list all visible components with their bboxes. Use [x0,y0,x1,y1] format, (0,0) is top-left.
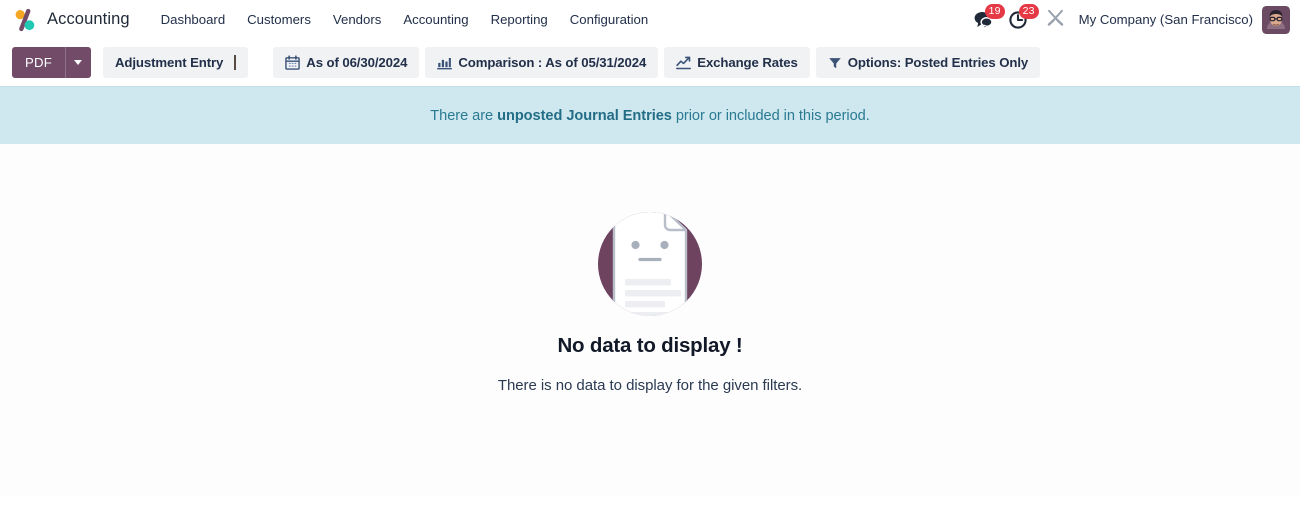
user-avatar[interactable] [1262,5,1290,34]
calendar-icon [285,55,301,70]
no-data-document-face-illustration-icon [595,196,705,316]
menu-item-dashboard[interactable]: Dashboard [150,0,237,39]
company-switcher[interactable]: My Company (San Francisco) [1073,12,1262,27]
toolbar-divider [234,55,237,70]
banner-message: There are unposted Journal Entries prior… [430,107,870,124]
top-navbar: Accounting Dashboard Customers Vendors A… [0,0,1300,39]
menu-item-vendors[interactable]: Vendors [322,0,392,39]
no-data-title: No data to display ! [557,334,743,357]
activities-button[interactable]: 23 [1001,0,1039,39]
bar-chart-icon [437,55,453,70]
filter-funnel-icon [828,56,842,70]
tools-wrench-icon [1046,8,1065,32]
options-filter-button[interactable]: Options: Posted Entries Only [815,47,1041,78]
brand-home-link[interactable]: Accounting [8,0,136,39]
chevron-down-icon [74,60,83,65]
menu-item-reporting[interactable]: Reporting [480,0,559,39]
comparison-filter-label: Comparison : As of 05/31/2024 [458,55,647,70]
unposted-entries-banner: There are unposted Journal Entries prior… [0,86,1300,144]
date-filter-label: As of 06/30/2024 [306,55,408,70]
pdf-export-dropdown-button[interactable] [64,47,91,78]
date-filter-button[interactable]: As of 06/30/2024 [273,47,420,78]
menu-item-accounting[interactable]: Accounting [392,0,479,39]
navbar-right-area: 19 23 My Company (San Francisco) [967,0,1290,39]
debug-tools-button[interactable] [1041,0,1071,39]
banner-text-suffix: prior or included in this period. [671,107,870,124]
banner-text-prefix: There are [430,107,498,124]
adjustment-entry-button[interactable]: Adjustment Entry [115,55,223,70]
brand-name: Accounting [47,10,130,28]
options-filter-label: Options: Posted Entries Only [847,55,1029,70]
report-content-area: No data to display ! There is no data to… [0,144,1300,496]
report-control-panel: PDF Adjustment Entry As of 06/30/2024 Co… [0,39,1300,86]
adjustment-entry-group: Adjustment Entry [102,47,249,78]
menu-item-configuration[interactable]: Configuration [559,0,659,39]
pdf-export-button[interactable]: PDF [12,47,65,78]
main-menu: Dashboard Customers Vendors Accounting R… [150,0,660,39]
no-data-subtitle: There is no data to display for the give… [497,377,803,394]
odoo-accounting-percent-logo-icon [12,7,38,33]
exchange-rates-label: Exchange Rates [697,55,798,70]
line-chart-icon [676,55,692,70]
activities-count-badge: 23 [1018,4,1039,19]
menu-item-customers[interactable]: Customers [236,0,322,39]
pdf-export-group: PDF [12,47,91,78]
comparison-filter-button[interactable]: Comparison : As of 05/31/2024 [425,47,659,78]
messages-button[interactable]: 19 [967,0,1005,39]
banner-text-emphasis[interactable]: unposted Journal Entries [497,108,672,124]
exchange-rates-button[interactable]: Exchange Rates [664,47,810,78]
